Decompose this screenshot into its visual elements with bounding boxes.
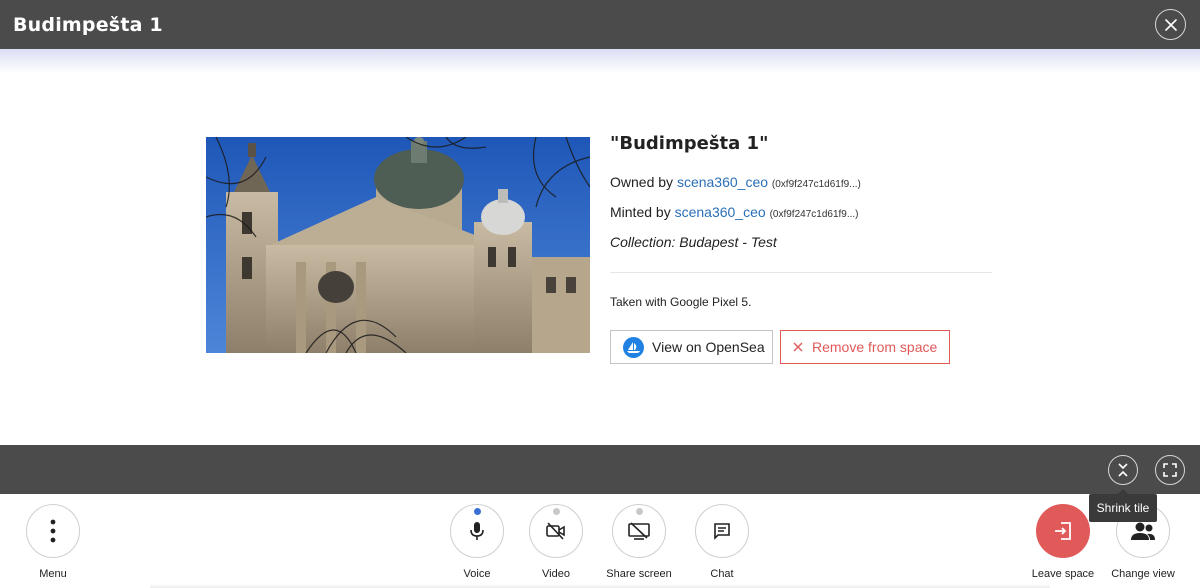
voice-label: Voice (463, 568, 491, 580)
people-icon (1131, 522, 1155, 540)
close-button[interactable] (1155, 9, 1186, 40)
remove-from-space-label: Remove from space (812, 339, 938, 355)
owned-prefix: Owned by (610, 174, 674, 190)
share-screen-tool: Share screen (599, 504, 679, 580)
shrink-tile-button[interactable] (1108, 455, 1138, 485)
nft-description: Taken with Google Pixel 5. (610, 295, 752, 309)
close-icon (793, 342, 803, 352)
screen-share-off-icon (628, 522, 650, 540)
video-label: Video (542, 568, 570, 580)
nft-image (206, 137, 590, 353)
fullscreen-button[interactable] (1155, 455, 1185, 485)
close-icon (1164, 18, 1177, 31)
remove-from-space-button[interactable]: Remove from space (780, 330, 950, 364)
owner-link[interactable]: scena360_ceo (677, 174, 768, 190)
shrink-tile-tooltip: Shrink tile (1089, 494, 1157, 522)
opensea-icon (623, 336, 644, 358)
video-off-icon (546, 522, 565, 540)
nft-title: "Budimpešta 1" (610, 133, 769, 154)
view-on-opensea-button[interactable]: View on OpenSea (610, 330, 773, 364)
more-vertical-icon (50, 519, 56, 543)
chat-icon (714, 523, 730, 540)
minter-link[interactable]: scena360_ceo (675, 204, 766, 220)
chat-label: Chat (710, 568, 734, 580)
fullscreen-icon (1163, 463, 1177, 477)
share-screen-button[interactable] (612, 504, 666, 558)
microphone-icon (470, 522, 484, 540)
collapse-icon (1118, 463, 1128, 477)
voice-status-dot (473, 508, 481, 515)
leave-space-label: Leave space (1031, 568, 1095, 580)
divider (610, 272, 992, 273)
bottom-toolbar: Menu Voice Video Share screen Chat Leave… (0, 494, 1200, 588)
bottom-shadow (150, 584, 1050, 588)
chat-tool: Chat (682, 504, 762, 580)
owner-line: Owned by scena360_ceo (0xf9f247c1d61f9..… (610, 174, 992, 191)
modal-title: Budimpešta 1 (13, 13, 163, 36)
voice-button[interactable] (450, 504, 504, 558)
share-screen-label: Share screen (606, 568, 672, 580)
voice-tool: Voice (437, 504, 517, 580)
owner-address: (0xf9f247c1d61f9...) (771, 179, 861, 190)
action-buttons: View on OpenSea Remove from space (610, 330, 992, 364)
collection-line: Collection: Budapest - Test (610, 234, 777, 250)
menu-tool: Menu (13, 504, 93, 580)
modal-header: Budimpešta 1 (0, 0, 1200, 49)
change-view-label: Change view (1111, 568, 1175, 580)
minted-prefix: Minted by (610, 204, 671, 220)
menu-button[interactable] (26, 504, 80, 558)
minter-line: Minted by scena360_ceo (0xf9f247c1d61f9.… (610, 204, 992, 221)
video-button[interactable] (529, 504, 583, 558)
share-status-dot (635, 508, 643, 515)
minter-address: (0xf9f247c1d61f9...) (769, 209, 859, 220)
menu-label: Menu (39, 568, 67, 580)
view-on-opensea-label: View on OpenSea (652, 339, 765, 355)
video-tool: Video (516, 504, 596, 580)
exit-icon (1055, 522, 1071, 540)
chat-button[interactable] (695, 504, 749, 558)
nft-detail-panel: "Budimpešta 1" Owned by scena360_ceo (0x… (0, 49, 1200, 445)
nft-details: "Budimpešta 1" Owned by scena360_ceo (0x… (610, 133, 992, 364)
leave-space-button[interactable] (1036, 504, 1090, 558)
tile-control-bar (0, 445, 1200, 494)
video-status-dot (552, 508, 560, 515)
